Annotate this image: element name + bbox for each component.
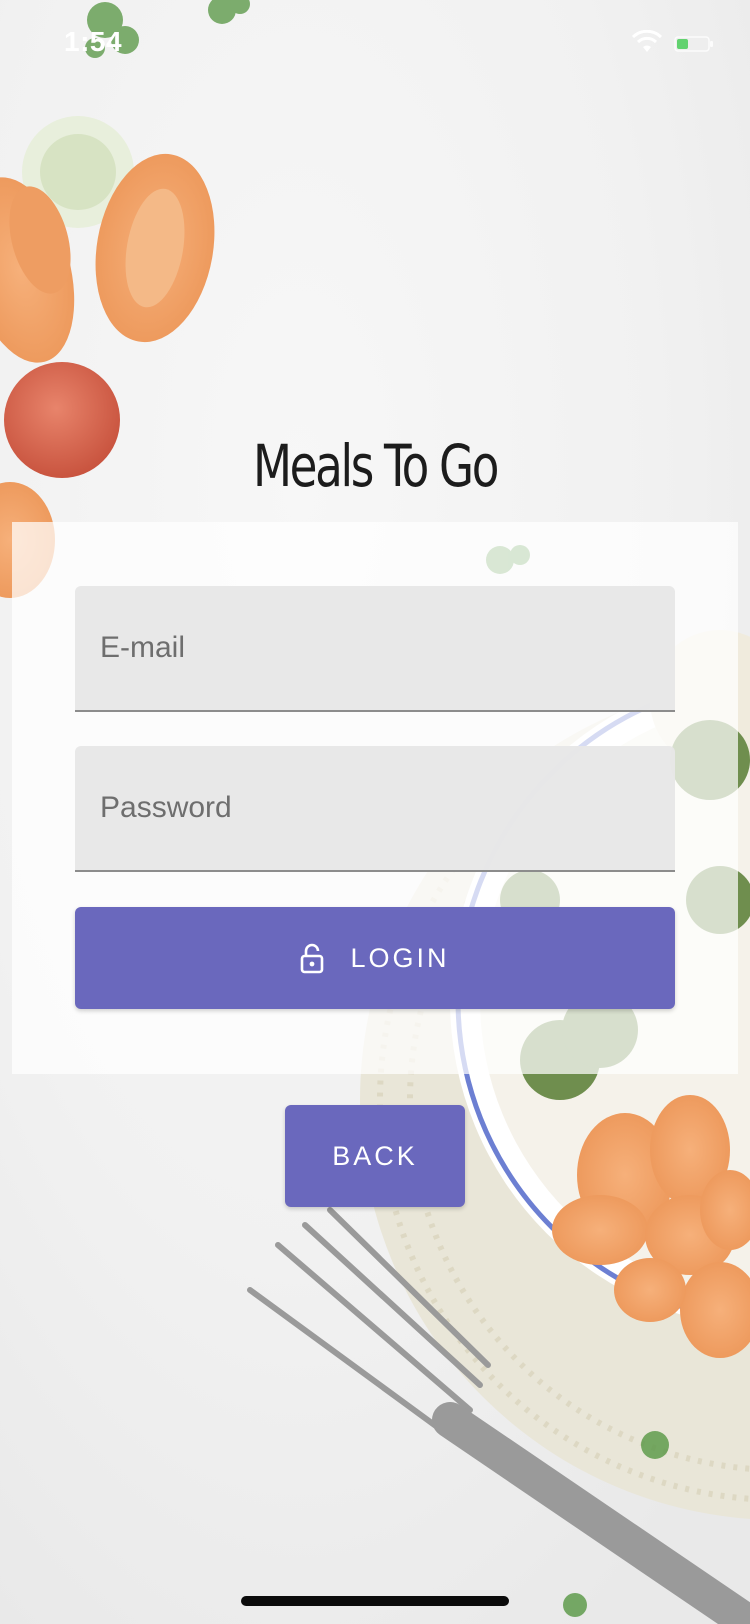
back-label: BACK (332, 1140, 418, 1171)
login-button[interactable]: LOGIN (75, 907, 675, 1009)
password-input[interactable] (75, 746, 675, 870)
email-field[interactable] (75, 586, 675, 712)
status-bar: 1:54 (0, 0, 750, 90)
wifi-icon (632, 30, 662, 52)
battery-icon (674, 36, 713, 52)
password-field[interactable] (75, 746, 675, 872)
login-label: LOGIN (350, 942, 450, 973)
lock-open-icon (301, 943, 324, 974)
app-title: Meals To Go (252, 432, 499, 500)
email-input[interactable] (75, 586, 675, 710)
status-time: 1:54 (64, 26, 123, 57)
back-button[interactable]: BACK (285, 1105, 465, 1207)
login-form-card: LOGIN (12, 522, 738, 1074)
home-indicator (241, 1596, 509, 1606)
